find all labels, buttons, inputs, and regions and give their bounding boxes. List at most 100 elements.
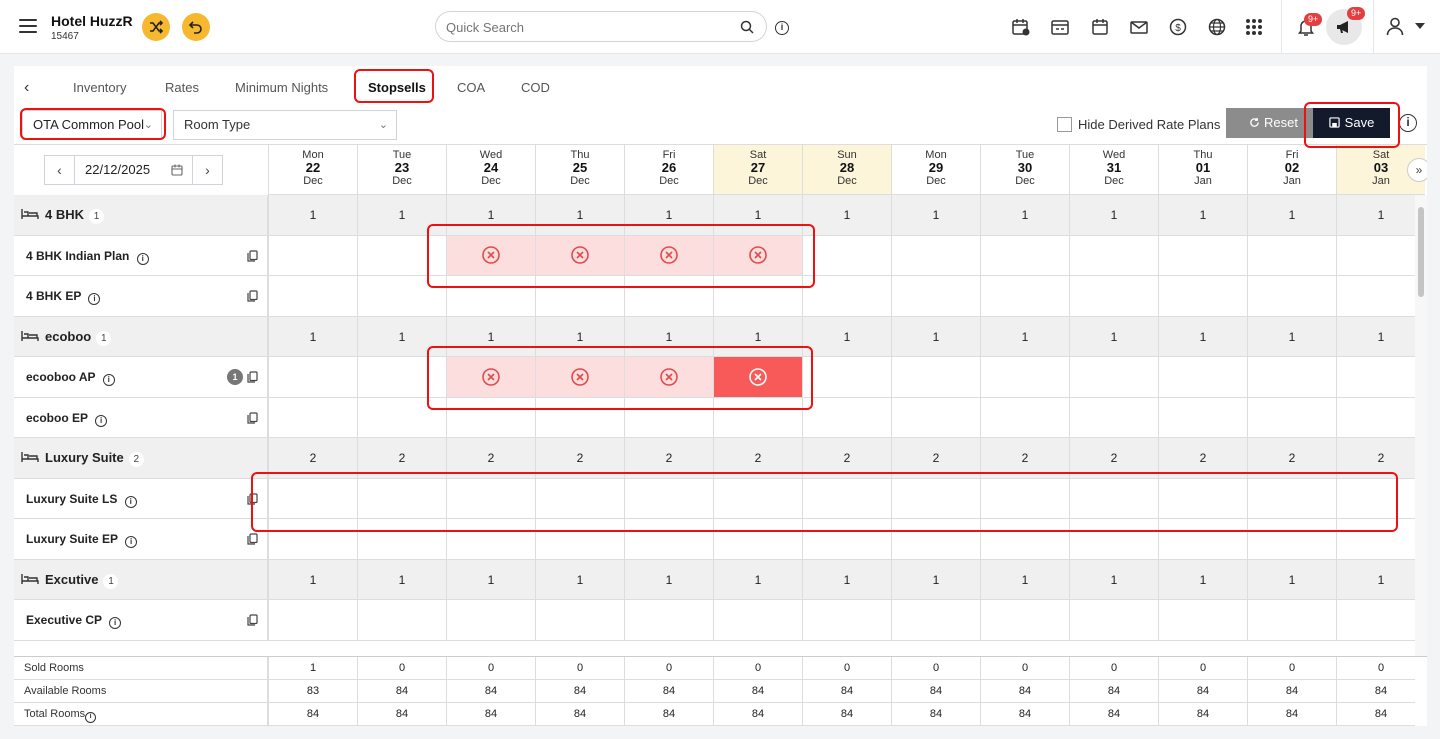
currency-icon[interactable]: $	[1168, 17, 1188, 37]
stopsell-cell[interactable]	[802, 357, 891, 397]
stopsell-cell[interactable]	[357, 276, 446, 316]
stopsell-cell[interactable]	[1336, 235, 1425, 275]
stopsell-cell[interactable]	[357, 397, 446, 437]
stopsell-cell[interactable]	[1069, 478, 1158, 518]
stopsell-cell[interactable]	[1069, 519, 1158, 559]
stopsell-cell[interactable]	[1336, 357, 1425, 397]
prev-date-button[interactable]: ‹	[44, 155, 75, 185]
stopsell-cell[interactable]	[624, 600, 713, 640]
stopsell-cell[interactable]	[268, 600, 357, 640]
save-button[interactable]: Save	[1313, 108, 1390, 138]
stopsell-cell[interactable]	[713, 276, 802, 316]
stopsell-cell[interactable]	[1336, 600, 1425, 640]
info-icon[interactable]: i	[88, 293, 101, 306]
stopsell-cell[interactable]	[535, 397, 624, 437]
next-date-button[interactable]: ›	[192, 155, 223, 185]
stopsell-cell[interactable]	[1158, 478, 1247, 518]
stopsell-cell[interactable]	[357, 600, 446, 640]
mail-icon[interactable]	[1129, 17, 1149, 37]
switch-property-icon[interactable]	[142, 13, 170, 41]
stopsell-cell[interactable]	[980, 519, 1069, 559]
info-icon[interactable]: i	[102, 374, 115, 387]
stopsell-cell[interactable]	[891, 357, 980, 397]
stopsell-cell[interactable]	[446, 276, 535, 316]
stopsell-cell[interactable]	[802, 478, 891, 518]
stopsell-cell[interactable]	[535, 235, 624, 275]
stopsell-cell[interactable]	[1158, 600, 1247, 640]
stopsell-cell[interactable]	[535, 478, 624, 518]
stopsell-cell[interactable]	[1336, 397, 1425, 437]
stopsell-cell[interactable]	[713, 519, 802, 559]
stopsell-cell[interactable]	[446, 519, 535, 559]
info-icon[interactable]: i	[124, 495, 137, 508]
stopsell-cell[interactable]	[891, 519, 980, 559]
stopsell-cell[interactable]	[1158, 235, 1247, 275]
copy-icon[interactable]	[247, 493, 258, 505]
calendar-icon[interactable]	[171, 164, 183, 176]
stopsell-cell[interactable]	[357, 357, 446, 397]
stopsell-cell[interactable]	[535, 519, 624, 559]
stopsell-cell[interactable]	[980, 276, 1069, 316]
info-icon[interactable]: i	[1399, 114, 1417, 132]
scrollbar-thumb[interactable]	[1418, 207, 1424, 297]
tab-minimum-nights[interactable]: Minimum Nights	[235, 80, 328, 95]
info-icon[interactable]: i	[125, 536, 138, 549]
stopsell-cell[interactable]	[980, 600, 1069, 640]
stopsell-cell[interactable]	[268, 397, 357, 437]
apps-grid-icon[interactable]	[1244, 17, 1264, 37]
stopsell-cell[interactable]	[446, 235, 535, 275]
stopsell-cell[interactable]	[713, 357, 802, 397]
stopsell-cell[interactable]	[713, 600, 802, 640]
back-icon[interactable]: ‹	[24, 79, 29, 97]
stopsell-cell[interactable]	[357, 519, 446, 559]
stopsell-cell[interactable]	[446, 357, 535, 397]
stopsell-cell[interactable]	[1069, 600, 1158, 640]
stopsell-cell[interactable]	[1247, 600, 1336, 640]
reset-button[interactable]: Reset	[1226, 108, 1321, 138]
stopsell-cell[interactable]	[980, 357, 1069, 397]
stopsell-cell[interactable]	[1247, 478, 1336, 518]
tab-inventory[interactable]: Inventory	[73, 80, 126, 95]
room-type-select[interactable]: Room Type ⌄	[173, 110, 397, 140]
stopsell-cell[interactable]	[1158, 357, 1247, 397]
quick-search[interactable]	[435, 11, 767, 42]
calendar-check-icon[interactable]	[1050, 17, 1070, 37]
scroll-right-button[interactable]: »	[1407, 158, 1427, 182]
stopsell-cell[interactable]	[980, 397, 1069, 437]
stopsell-cell[interactable]	[624, 357, 713, 397]
info-icon[interactable]: i	[109, 617, 122, 630]
stopsell-cell[interactable]	[1069, 276, 1158, 316]
stopsell-cell[interactable]	[1247, 235, 1336, 275]
stopsell-cell[interactable]	[802, 519, 891, 559]
tab-rates[interactable]: Rates	[165, 80, 199, 95]
stopsell-cell[interactable]	[624, 397, 713, 437]
stopsell-cell[interactable]	[268, 276, 357, 316]
tab-coa[interactable]: COA	[457, 80, 485, 95]
stopsell-cell[interactable]	[891, 276, 980, 316]
stopsell-cell[interactable]	[1247, 357, 1336, 397]
stopsell-cell[interactable]	[268, 478, 357, 518]
copy-icon[interactable]	[247, 412, 258, 424]
date-input[interactable]: 22/12/2025	[75, 155, 193, 185]
stopsell-cell[interactable]	[357, 478, 446, 518]
channel-select[interactable]: OTA Common Pool ⌄	[22, 110, 162, 140]
stopsell-cell[interactable]	[1158, 519, 1247, 559]
stopsell-cell[interactable]	[1069, 357, 1158, 397]
stopsell-cell[interactable]	[446, 600, 535, 640]
stopsell-cell[interactable]	[713, 397, 802, 437]
stopsell-cell[interactable]	[713, 235, 802, 275]
stopsell-cell[interactable]	[357, 235, 446, 275]
calendar-add-icon[interactable]	[1011, 17, 1031, 37]
stopsell-cell[interactable]	[802, 600, 891, 640]
stopsell-cell[interactable]	[1336, 276, 1425, 316]
stopsell-cell[interactable]	[802, 235, 891, 275]
copy-icon[interactable]	[247, 290, 258, 302]
info-icon[interactable]: i	[85, 712, 97, 723]
info-icon[interactable]: i	[95, 414, 108, 427]
search-info-icon[interactable]: i	[775, 21, 789, 35]
stopsell-cell[interactable]	[1158, 276, 1247, 316]
stopsell-cell[interactable]	[1158, 397, 1247, 437]
stopsell-cell[interactable]	[1069, 235, 1158, 275]
stopsell-cell[interactable]	[624, 478, 713, 518]
globe-icon[interactable]	[1207, 17, 1227, 37]
